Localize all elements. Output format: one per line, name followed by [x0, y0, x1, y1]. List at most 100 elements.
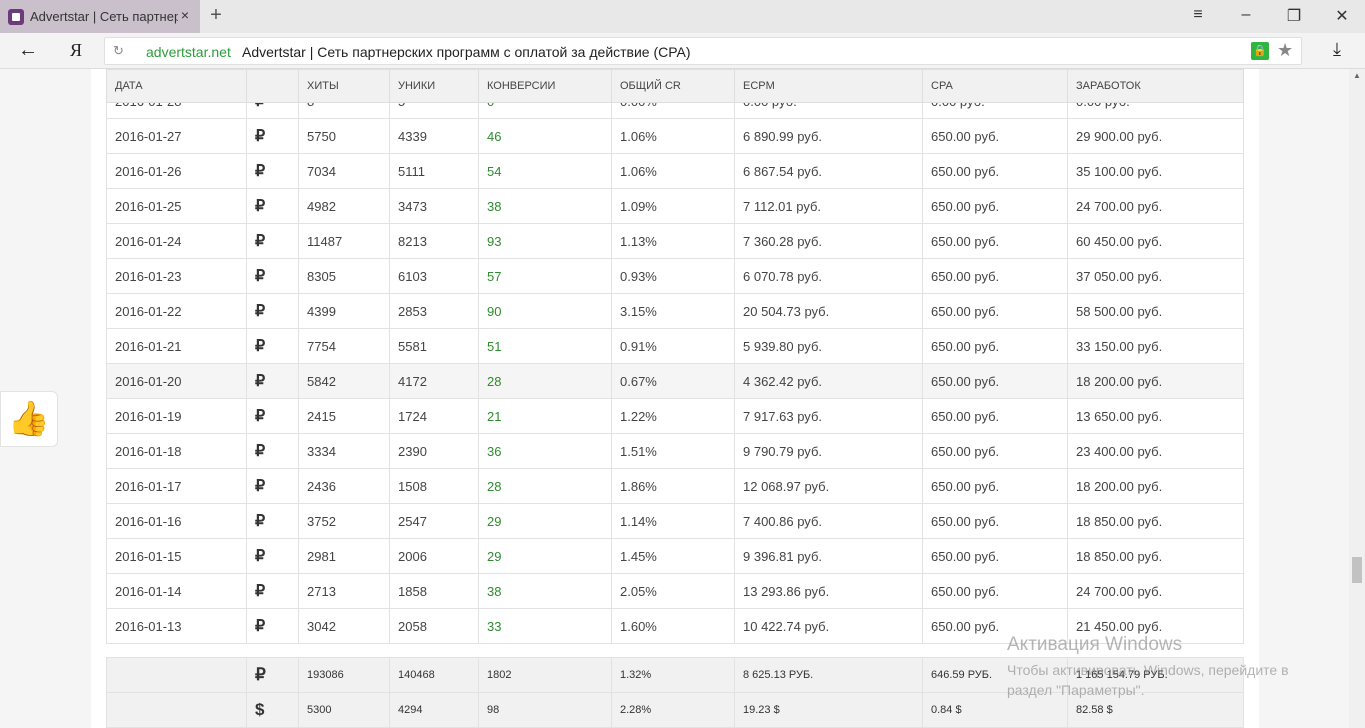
table-cell: 24 700.00 руб. — [1067, 188, 1244, 224]
totals-cell: 140468 — [389, 657, 479, 693]
table-row: 2016-01-27 ₽5750 4339 46 1.06% 6 890.99 руб. 6… — [106, 118, 1244, 154]
lock-icon[interactable]: 🔒 — [1251, 42, 1269, 60]
table-cell: 2016-01-25 — [106, 188, 247, 224]
currency-ruble-icon: ₽ — [246, 398, 299, 434]
table-cell: 2016-01-15 — [106, 538, 247, 574]
totals-cell: 2.28% — [611, 692, 735, 728]
table-cell: 2016-01-20 — [106, 363, 247, 399]
table-cell: 2016-01-26 — [106, 153, 247, 189]
back-arrow-icon[interactable]: ← — [18, 39, 38, 62]
scrollbar-thumb[interactable] — [1352, 557, 1362, 583]
thumbs-up-icon[interactable]: 👍 — [0, 391, 58, 447]
table-cell: 1.06% — [611, 153, 735, 189]
table-cell: 2016-01-17 — [106, 468, 247, 504]
totals-cell: 19.23 $ — [734, 692, 923, 728]
table-cell: 650.00 руб. — [922, 503, 1068, 539]
close-icon[interactable]: ✕ — [1332, 6, 1352, 26]
table-cell: 650.00 руб. — [922, 433, 1068, 469]
table-cell: 18 850.00 руб. — [1067, 503, 1244, 539]
reload-icon[interactable]: ↻ — [113, 43, 124, 59]
yandex-logo[interactable]: Я — [70, 40, 82, 61]
table-cell: 7034 — [298, 153, 390, 189]
currency-ruble-icon: ₽ — [246, 573, 299, 609]
site-favicon-icon — [8, 8, 24, 25]
table-cell: 5111 — [389, 153, 479, 189]
table-cell: 8213 — [389, 223, 479, 259]
totals-cell: 1802 — [478, 657, 612, 693]
totals-cell: 1.32% — [611, 657, 735, 693]
totals-cell: 193086 — [298, 657, 390, 693]
download-icon[interactable]: ⤓ — [1333, 39, 1341, 60]
table-cell: 33 150.00 руб. — [1067, 328, 1244, 364]
table-cell: 1.86% — [611, 468, 735, 504]
table-cell: 2058 — [389, 608, 479, 644]
table-cell: 60 450.00 руб. — [1067, 223, 1244, 259]
table-cell: 7 917.63 руб. — [734, 398, 923, 434]
column-header[interactable]: КОНВЕРСИИ — [478, 69, 612, 103]
column-header[interactable]: УНИКИ — [389, 69, 479, 103]
table-cell: 2016-01-13 — [106, 608, 247, 644]
conversions-cell: 36 — [478, 433, 612, 469]
conversions-cell: 28 — [478, 363, 612, 399]
table-cell: 18 200.00 руб. — [1067, 363, 1244, 399]
table-cell: 2.05% — [611, 573, 735, 609]
table-cell: 1.60% — [611, 608, 735, 644]
table-cell: 2016-01-18 — [106, 433, 247, 469]
column-header[interactable]: ДАТА — [106, 69, 247, 103]
address-bar[interactable]: ↻ advertstar.net Advertstar | Сеть партн… — [104, 37, 1302, 65]
column-header[interactable]: ECPM — [734, 69, 923, 103]
column-header[interactable]: ХИТЫ — [298, 69, 390, 103]
url-host: advertstar.net — [146, 44, 231, 60]
table-cell: 24 700.00 руб. — [1067, 573, 1244, 609]
table-cell: 7 112.01 руб. — [734, 188, 923, 224]
vertical-scrollbar[interactable]: ▲ — [1349, 69, 1365, 728]
address-bar-row: ← Я ↻ advertstar.net Advertstar | Сеть п… — [0, 33, 1365, 69]
currency-ruble-icon: ₽ — [246, 328, 299, 364]
currency-ruble-icon: ₽ — [246, 503, 299, 539]
conversions-cell: 54 — [478, 153, 612, 189]
tab-close-icon[interactable]: × — [178, 8, 192, 22]
watermark-line: раздел "Параметры". — [1007, 682, 1145, 698]
table-cell: 3752 — [298, 503, 390, 539]
table-row: 2016-01-26 ₽7034 5111 54 1.06% 6 867.54 руб. 6… — [106, 153, 1244, 189]
column-header[interactable]: ОБЩИЙ CR — [611, 69, 735, 103]
table-cell: 1.06% — [611, 118, 735, 154]
watermark-title: Активация Windows — [1007, 634, 1183, 655]
page-viewport: 2016-01-28₽8500.00%0.00 руб.0.00 руб.0.0… — [0, 69, 1365, 728]
table-cell: 2713 — [298, 573, 390, 609]
star-icon[interactable]: ★ — [1277, 40, 1293, 61]
table-cell: 3042 — [298, 608, 390, 644]
restore-icon[interactable]: ❐ — [1284, 6, 1304, 26]
table-row: 2016-01-17 ₽2436 1508 28 1.86% 12 068.97 руб.… — [106, 468, 1244, 504]
scroll-up-icon[interactable]: ▲ — [1353, 71, 1361, 80]
browser-tab[interactable]: Advertstar | Сеть партнер × — [0, 0, 200, 33]
totals-cell: 4294 — [389, 692, 479, 728]
table-row: 2016-01-21 ₽7754 5581 51 0.91% 5 939.80 руб. 6… — [106, 328, 1244, 364]
tab-bar: Advertstar | Сеть партнер × + ≡ – ❐ ✕ — [0, 0, 1365, 33]
table-cell: 5581 — [389, 328, 479, 364]
table-cell: 1.09% — [611, 188, 735, 224]
conversions-cell: 29 — [478, 503, 612, 539]
table-cell: 2981 — [298, 538, 390, 574]
table-row: 2016-01-18 ₽3334 2390 36 1.51% 9 790.79 руб. 6… — [106, 433, 1244, 469]
hamburger-icon[interactable]: ≡ — [1188, 6, 1208, 24]
minimize-icon[interactable]: – — [1236, 6, 1256, 24]
currency-ruble-icon: ₽ — [246, 258, 299, 294]
tab-title: Advertstar | Сеть партнер — [30, 9, 178, 24]
column-header[interactable]: ЗАРАБОТОК — [1067, 69, 1244, 103]
table-cell: 12 068.97 руб. — [734, 468, 923, 504]
table-cell: 2016-01-21 — [106, 328, 247, 364]
table-cell: 650.00 руб. — [922, 153, 1068, 189]
currency-ruble-icon: ₽ — [246, 223, 299, 259]
stats-table: 2016-01-28₽8500.00%0.00 руб.0.00 руб.0.0… — [106, 83, 1244, 644]
table-cell: 2016-01-23 — [106, 258, 247, 294]
table-cell: 9 396.81 руб. — [734, 538, 923, 574]
table-cell: 2016-01-22 — [106, 293, 247, 329]
column-header[interactable]: CPA — [922, 69, 1068, 103]
conversions-cell: 38 — [478, 573, 612, 609]
column-header[interactable] — [246, 69, 299, 103]
new-tab-button[interactable]: + — [204, 4, 228, 28]
table-cell: 7754 — [298, 328, 390, 364]
page-title: Advertstar | Сеть партнерских программ с… — [242, 44, 691, 60]
table-cell: 10 422.74 руб. — [734, 608, 923, 644]
